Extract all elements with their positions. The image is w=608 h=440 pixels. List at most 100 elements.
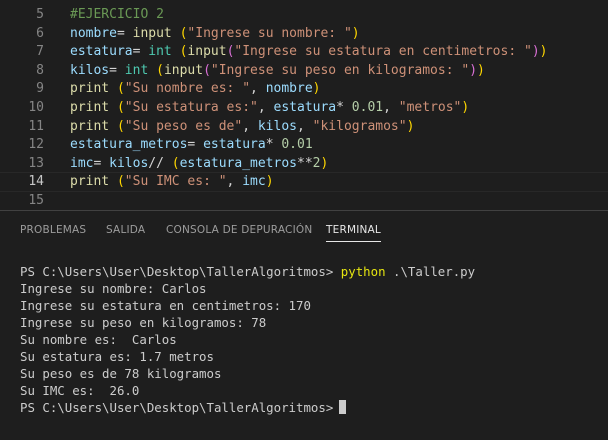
- line-number: 14: [28, 174, 44, 190]
- code-token: =: [187, 137, 204, 153]
- terminal-final-prompt-line[interactable]: PS C:\Users\User\Desktop\TallerAlgoritmo…: [20, 399, 347, 416]
- code-line[interactable]: 14 print ("Su IMC es: ", imc): [0, 172, 608, 193]
- code-token: nombre: [265, 81, 313, 97]
- code-token: "Su nombre es: ": [124, 81, 251, 97]
- code-token: ,: [250, 81, 266, 97]
- code-token: 0.01: [351, 100, 384, 115]
- code-token: ): [406, 118, 415, 134]
- code-token: ,: [383, 100, 399, 115]
- code-token: ,: [257, 100, 274, 115]
- code-token: estatura_metros: [179, 155, 297, 171]
- code-token: estatura: [70, 44, 133, 60]
- code-token: (: [116, 81, 125, 97]
- tab-terminal[interactable]: TERMINAL: [326, 222, 381, 242]
- tab-consola-de-depuracion[interactable]: CONSOLA DE DEPURACIÓN: [166, 222, 312, 242]
- code-token: kilos: [70, 62, 110, 78]
- terminal-output-line: Su estatura es: 1.7 metros: [20, 349, 214, 364]
- code-token: input: [163, 62, 204, 78]
- line-number: 15: [28, 193, 44, 208]
- code-token: ): [351, 25, 360, 41]
- code-line[interactable]: 8 kilos= int (input("Ingrese su peso en k…: [0, 62, 608, 80]
- code-token: ): [477, 62, 485, 78]
- code-token: (: [156, 62, 164, 78]
- code-text: estatura= int (input("Ingrese su estatur…: [70, 43, 547, 61]
- code-token: ): [539, 44, 548, 60]
- code-text: estatura_metros= estatura* 0.01: [70, 136, 313, 154]
- line-number: 9: [36, 81, 44, 97]
- code-line[interactable]: 12 estatura_metros= estatura* 0.01: [0, 136, 608, 154]
- terminal-output-line: Su IMC es: 26.0: [20, 383, 140, 398]
- tab-problemas[interactable]: PROBLEMAS: [20, 222, 86, 242]
- code-text: imc= kilos// (estatura_metros**2): [70, 155, 328, 173]
- terminal-command-args: .\Taller.py: [393, 264, 476, 279]
- code-token: =: [109, 62, 125, 78]
- code-token: 0.01: [281, 137, 313, 153]
- line-number: 8: [36, 62, 44, 78]
- line-number: 10: [28, 100, 44, 115]
- code-line[interactable]: 13 imc= kilos// (estatura_metros**2): [0, 155, 608, 173]
- terminal-prompt: PS C:\Users\User\Desktop\TallerAlgoritmo…: [20, 400, 334, 415]
- code-token: #EJERCICIO 2: [70, 7, 164, 22]
- bottom-panel: PROBLEMAS SALIDA CONSOLA DE DEPURACIÓN T…: [0, 211, 608, 440]
- line-number: 12: [28, 137, 44, 153]
- code-line[interactable]: 11 print ("Su peso es de", kilos, "kilogr…: [0, 118, 608, 136]
- line-number: 6: [36, 25, 44, 41]
- code-text: nombre= input ("Ingrese su nombre: "): [70, 25, 360, 43]
- code-token: =: [116, 25, 133, 41]
- code-token: *: [336, 100, 352, 115]
- code-text: kilos= int (input("Ingrese su peso en ki…: [70, 62, 485, 80]
- code-token: int: [148, 44, 172, 60]
- code-token: "Su peso es de": [124, 118, 243, 134]
- tab-label: PROBLEMAS: [20, 224, 87, 236]
- line-number: 13: [28, 155, 44, 171]
- code-text: print ("Su nombre es: ", nombre): [70, 80, 320, 98]
- tab-label: SALIDA: [106, 224, 146, 236]
- code-token: *: [265, 137, 282, 153]
- tab-salida[interactable]: SALIDA: [106, 222, 145, 242]
- terminal-output-line: Su peso es de 78 kilogramos: [20, 366, 222, 381]
- code-token: estatura: [203, 137, 266, 153]
- code-token: (: [171, 155, 180, 171]
- code-token: ): [469, 62, 478, 78]
- code-token: kilos: [257, 118, 297, 134]
- code-token: "Ingrese su nombre: ": [187, 25, 352, 41]
- code-token: ,: [226, 174, 243, 190]
- code-token: ): [461, 100, 470, 115]
- code-line[interactable]: 7 estatura= int (input("Ingrese su estatu…: [0, 43, 608, 61]
- code-line[interactable]: 6 nombre= input ("Ingrese su nombre: "): [0, 25, 608, 43]
- terminal-output-line: Ingrese su nombre: Carlos: [20, 281, 207, 296]
- code-token: =: [93, 155, 110, 171]
- code-token: imc: [70, 155, 94, 171]
- code-token: (: [203, 62, 211, 78]
- code-token: ): [265, 174, 274, 190]
- terminal-output-line: Ingrese su estatura en centimetros: 170: [20, 298, 311, 313]
- code-line[interactable]: 15: [0, 192, 608, 210]
- code-token: "kilogramos": [312, 118, 407, 134]
- code-text: #EJERCICIO 2: [70, 6, 164, 24]
- code-token: int: [124, 62, 149, 78]
- code-token: estatura: [273, 100, 337, 115]
- code-token: "metros": [398, 100, 462, 115]
- code-token: ): [531, 44, 540, 60]
- tab-label: TERMINAL: [326, 224, 381, 236]
- active-tab-indicator: [326, 241, 381, 242]
- code-token: "Ingrese su estatura en centimetros: ": [234, 44, 532, 60]
- code-token: print: [70, 100, 110, 115]
- code-editor[interactable]: 5 #EJERCICIO 2 6 nombre= input ("Ingrese su…: [0, 0, 608, 210]
- code-token: "Su estatura es:": [124, 100, 258, 115]
- code-token: input: [187, 44, 227, 60]
- terminal-output-line: Ingrese su peso en kilogramos: 78: [20, 315, 267, 330]
- code-token: (: [116, 118, 125, 134]
- tab-label: CONSOLA DE DEPURACIÓN: [166, 224, 313, 236]
- code-line[interactable]: 5 #EJERCICIO 2: [0, 6, 608, 24]
- code-line[interactable]: 10 print ("Su estatura es:", estatura* 0.…: [0, 99, 608, 117]
- code-token: print: [70, 81, 110, 97]
- code-line[interactable]: 9 print ("Su nombre es: ", nombre): [0, 80, 608, 98]
- code-token: (: [116, 174, 125, 190]
